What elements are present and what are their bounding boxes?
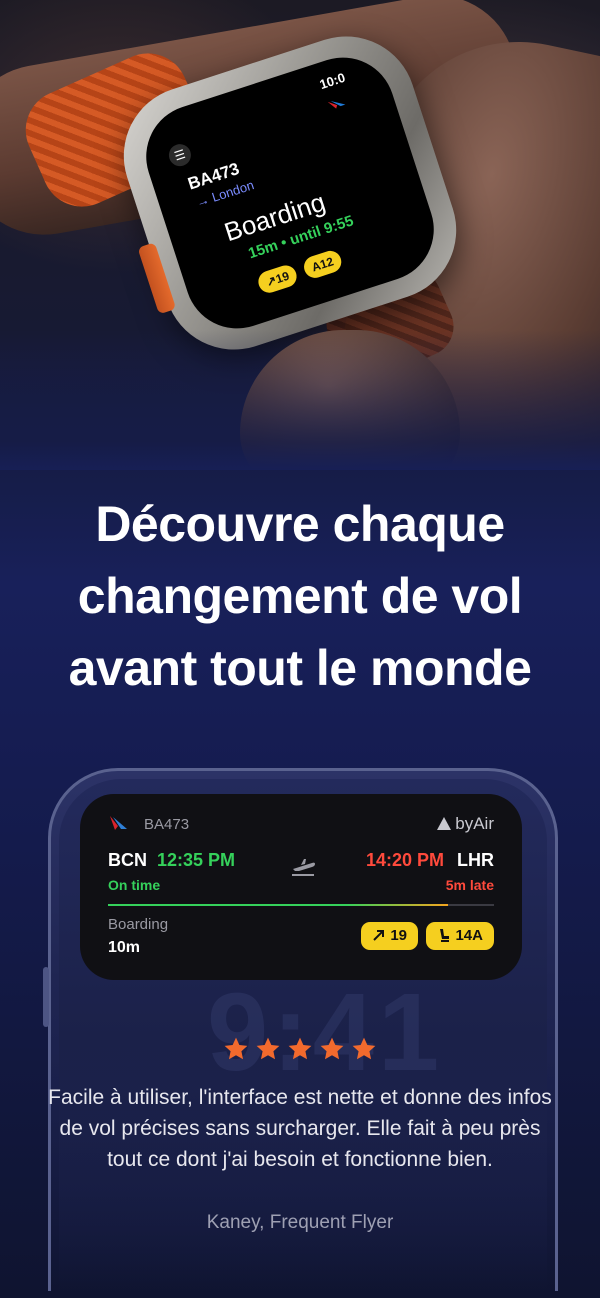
arrow-up-right-icon: [373, 930, 385, 941]
live-activity-card[interactable]: BA473 byAir BCN 12:35 PM On time 14:20 P…: [80, 794, 522, 980]
star-icon: [320, 1037, 344, 1060]
phone-side-button: [43, 967, 49, 1027]
star-icon: [288, 1037, 312, 1060]
arrival-time: 14:20 PM: [365, 850, 444, 870]
seat-chip: 14A: [426, 922, 494, 950]
gate-chip: 19: [361, 922, 418, 950]
airline-logo-icon: [110, 816, 127, 830]
watch-seat-chip: A12: [301, 248, 345, 281]
lock-screen-clock: 9:41: [207, 971, 444, 1094]
flight-progress-fill: [108, 904, 448, 906]
rating-stars: [0, 1036, 600, 1067]
star-icon: [256, 1037, 280, 1060]
hero-fade: [0, 330, 600, 470]
watch-time: 10:0: [317, 69, 348, 93]
departure-time: 12:35 PM: [157, 850, 236, 870]
brand-logo: byAir: [437, 814, 494, 834]
arrival-status: 5m late: [445, 877, 494, 893]
star-icon: [224, 1037, 248, 1060]
boarding-label: Boarding: [108, 916, 169, 933]
departure-status: On time: [108, 877, 161, 893]
watch-gate-chip: ↗19: [255, 262, 300, 296]
flight-progress-track: [108, 904, 494, 906]
airline-logo-icon: [327, 100, 346, 109]
boarding-countdown: 10m: [108, 939, 141, 956]
byair-logo-icon: [437, 817, 452, 830]
plane-takeoff-icon: [292, 859, 315, 876]
star-icon: [352, 1037, 376, 1060]
seat-icon: [440, 929, 450, 942]
gate-number: 19: [390, 927, 407, 944]
flight-number: BA473: [144, 816, 190, 833]
brand-name: byAir: [455, 814, 494, 833]
seat-number: 14A: [455, 927, 483, 944]
list-icon[interactable]: ☰: [166, 141, 194, 170]
arrival-code: LHR: [457, 850, 494, 870]
headline: Découvre chaque changement de vol avant …: [68, 496, 532, 696]
review-text: Facile à utiliser, l'interface est nette…: [48, 1086, 552, 1171]
review-author: Kaney, Frequent Flyer: [206, 1212, 394, 1233]
departure-code: BCN: [108, 850, 147, 870]
hero-photo: 10:0 ☰ BA473 → London Boarding 15m • unt…: [0, 0, 600, 470]
